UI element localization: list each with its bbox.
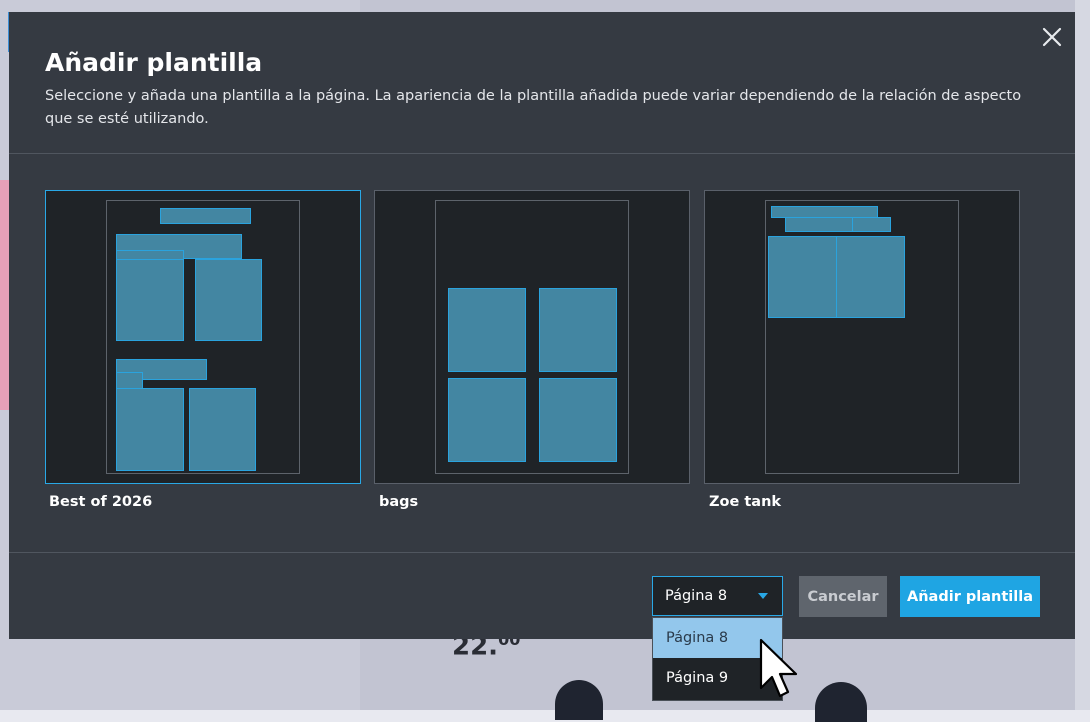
template-image-block [195, 259, 262, 341]
template-image-block [768, 236, 837, 318]
cancel-button[interactable]: Cancelar [799, 576, 887, 617]
template-image-block [116, 388, 184, 471]
chevron-down-icon [758, 593, 768, 599]
mouse-pointer-icon [758, 638, 806, 708]
template-label: bags [379, 494, 419, 510]
template-label: Best of 2026 [49, 494, 153, 510]
template-image-block [539, 288, 617, 372]
page-select-value: Página 8 [665, 588, 728, 604]
template-text-block [852, 217, 891, 232]
footer-divider [9, 552, 1075, 553]
page-select[interactable]: Página 8 [652, 576, 783, 616]
template-image-block [448, 378, 526, 462]
add-template-dialog: Añadir plantilla Seleccione y añada una … [9, 12, 1075, 639]
template-image-block [448, 288, 526, 372]
template-image-block [836, 236, 905, 318]
template-text-block [160, 208, 251, 224]
close-button[interactable] [1039, 24, 1065, 50]
background-product-image [555, 680, 603, 720]
add-template-button[interactable]: Añadir plantilla [900, 576, 1040, 617]
template-card-zoe-tank[interactable] [704, 190, 1020, 484]
template-image-block [189, 388, 256, 471]
template-page-preview [765, 200, 959, 474]
background-scroll-strip [1075, 0, 1090, 710]
dialog-title: Añadir plantilla [45, 48, 263, 77]
template-image-block [539, 378, 617, 462]
template-card-bags[interactable] [374, 190, 690, 484]
template-page-preview [435, 200, 629, 474]
template-image-block [116, 259, 184, 341]
header-divider [9, 153, 1075, 154]
dialog-description: Seleccione y añada una plantilla a la pá… [45, 88, 1022, 127]
template-page-preview [106, 200, 300, 474]
close-icon [1042, 27, 1062, 47]
template-card-best-of-2026[interactable] [45, 190, 361, 484]
template-text-block [785, 217, 853, 232]
template-label: Zoe tank [709, 494, 782, 510]
